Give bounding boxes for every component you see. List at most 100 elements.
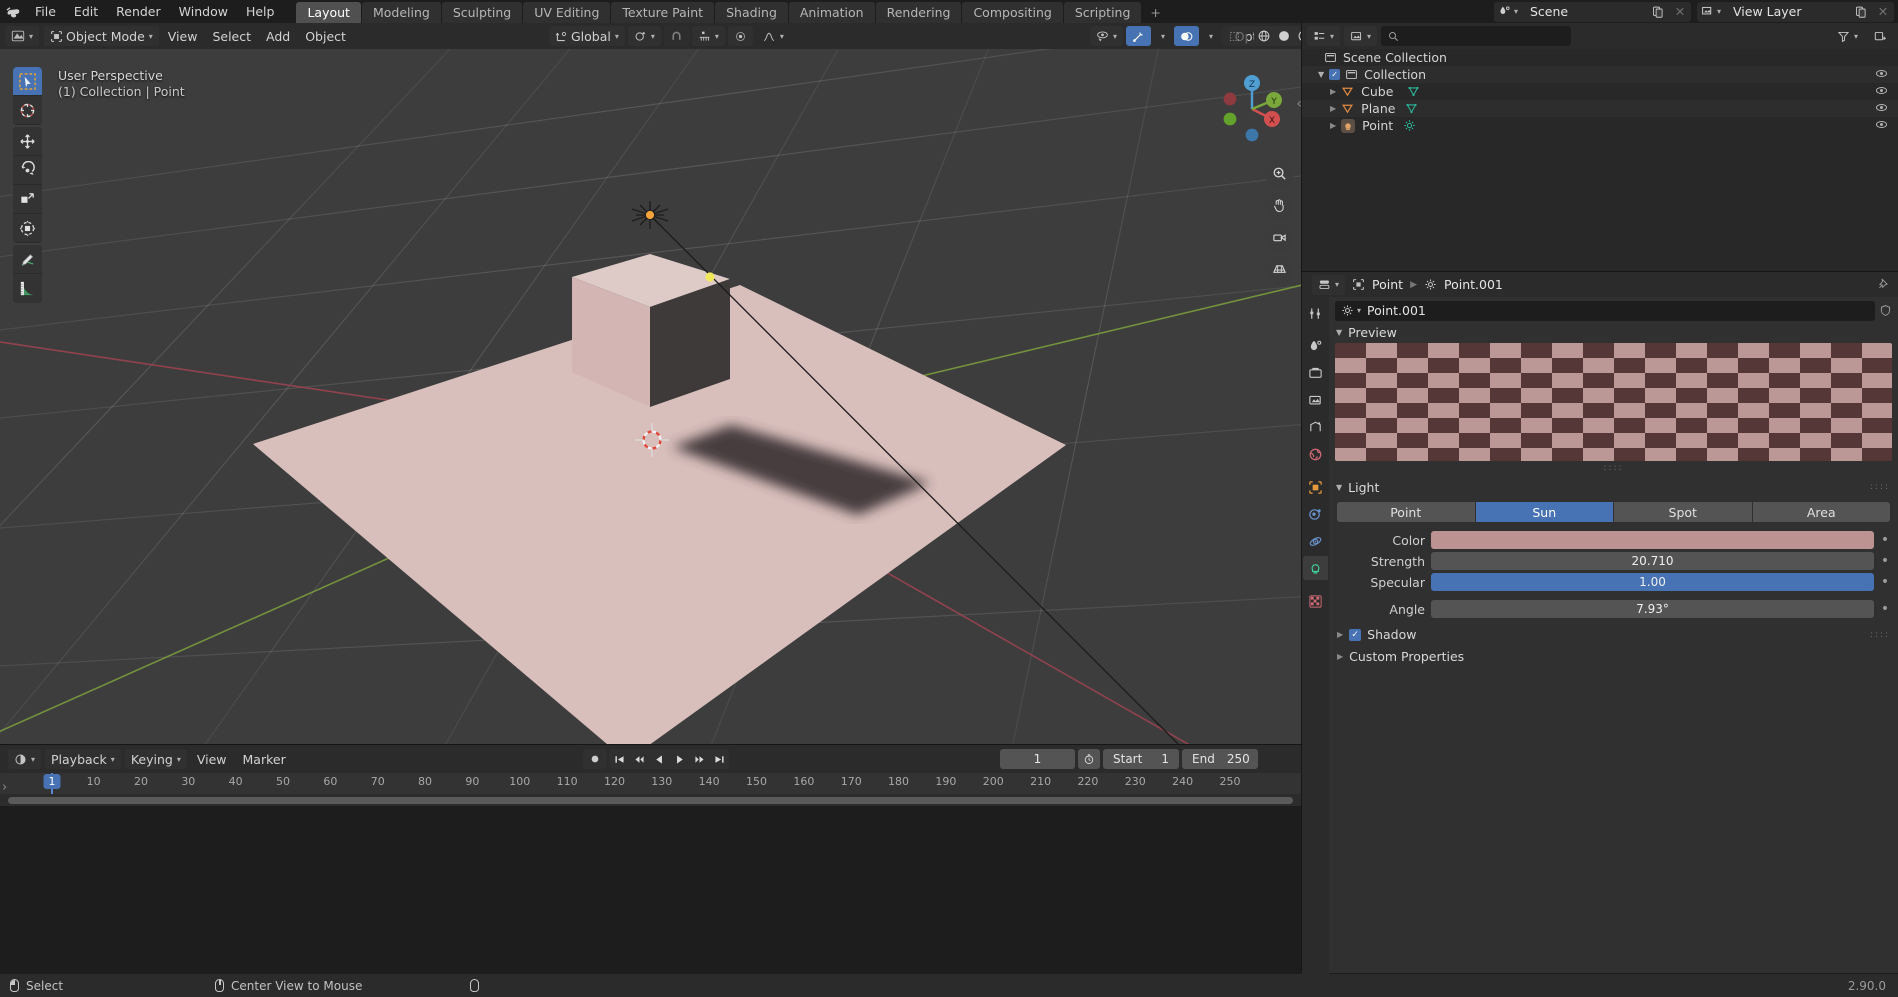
- cursor-tool[interactable]: [13, 96, 42, 125]
- physics-tab[interactable]: [1303, 529, 1328, 553]
- tab-sculpting[interactable]: Sculpting: [442, 2, 522, 23]
- timeline-menu-view[interactable]: View: [191, 749, 233, 769]
- tab-compositing[interactable]: Compositing: [962, 2, 1062, 23]
- breadcrumb-object-label[interactable]: Point: [1372, 277, 1403, 292]
- viewport-menu-view[interactable]: View: [162, 26, 204, 46]
- timeline-editor-type-button[interactable]: ▾: [8, 749, 41, 769]
- visibility-eye-icon[interactable]: [1875, 84, 1888, 100]
- custom-properties-subpanel-header[interactable]: ▶ Custom Properties: [1329, 646, 1898, 667]
- light-data-id-block[interactable]: ▾ Point.001: [1335, 301, 1875, 321]
- add-workspace-button[interactable]: +: [1142, 2, 1168, 23]
- tab-texture-paint[interactable]: Texture Paint: [611, 2, 714, 23]
- tab-layout[interactable]: Layout: [296, 2, 361, 23]
- outliner[interactable]: Scene Collection ▼ ✓ Collection ▶ Cube: [1302, 49, 1898, 272]
- disclosure-triangle-icon[interactable]: ▶: [1337, 630, 1343, 639]
- disclosure-triangle-icon[interactable]: ▶: [1330, 87, 1336, 96]
- move-tool[interactable]: [13, 127, 42, 156]
- breadcrumb-data-label[interactable]: Point.001: [1444, 277, 1503, 292]
- light-specular-slider[interactable]: 1.00: [1431, 573, 1874, 591]
- disclosure-triangle-icon[interactable]: ▼: [1336, 483, 1342, 492]
- current-frame-field[interactable]: 1: [1000, 749, 1075, 769]
- animate-angle-dot-icon[interactable]: •: [1880, 604, 1890, 614]
- auto-keying-toggle[interactable]: [583, 749, 607, 769]
- view-layer-tab[interactable]: [1303, 388, 1328, 412]
- prev-keyframe-button[interactable]: [629, 749, 649, 769]
- start-frame-field[interactable]: Start 1: [1103, 749, 1179, 769]
- panel-drag-handle[interactable]: ::::: [1870, 630, 1890, 640]
- interaction-mode-dropdown[interactable]: Object Mode ▾: [44, 26, 159, 46]
- disclosure-triangle-icon[interactable]: ▶: [1337, 652, 1343, 661]
- view-axis-gizmo[interactable]: Z Y X: [1210, 67, 1294, 151]
- outliner-search-input[interactable]: [1381, 26, 1571, 46]
- pin-id-icon[interactable]: [1877, 277, 1890, 293]
- light-color-swatch[interactable]: [1431, 531, 1874, 549]
- properties-panel[interactable]: ▾ Point.001 ▼ Preview: [1329, 297, 1898, 973]
- outliner-row-point[interactable]: ▶ Point: [1302, 117, 1898, 134]
- light-data-icon[interactable]: [1403, 119, 1416, 132]
- animate-specular-dot-icon[interactable]: •: [1880, 577, 1890, 587]
- play-button[interactable]: [669, 749, 689, 769]
- collection-enabled-checkbox[interactable]: ✓: [1329, 69, 1340, 80]
- animate-color-dot-icon[interactable]: •: [1880, 535, 1890, 545]
- view-layer-name-field[interactable]: View Layer: [1725, 2, 1850, 22]
- outliner-row-scene-collection[interactable]: Scene Collection: [1302, 49, 1898, 66]
- shadow-subpanel-header[interactable]: ▶ ✓ Shadow ::::: [1329, 624, 1898, 645]
- transform-orientation-dropdown[interactable]: Global ▾: [549, 26, 625, 46]
- visibility-selector-icon[interactable]: ▾: [1090, 26, 1123, 46]
- properties-editor-type-button[interactable]: ▾: [1312, 275, 1345, 295]
- preview-resize-handle[interactable]: ::::: [1329, 461, 1898, 474]
- disclosure-triangle-icon[interactable]: ▶: [1330, 104, 1336, 113]
- remove-view-layer-icon[interactable]: ✕: [1872, 2, 1894, 22]
- scene-tab[interactable]: [1303, 415, 1328, 439]
- object-data-tab[interactable]: [1303, 556, 1328, 580]
- transform-tool[interactable]: [13, 214, 42, 243]
- disclosure-triangle-icon[interactable]: ▼: [1336, 328, 1342, 337]
- camera-view-button[interactable]: [1265, 223, 1294, 252]
- modifiers-tab[interactable]: [1303, 502, 1328, 526]
- outliner-filter-icon[interactable]: ▾: [1831, 26, 1864, 46]
- render-tab[interactable]: [1303, 334, 1328, 358]
- editor-divider-horizontal[interactable]: [1302, 271, 1898, 272]
- visibility-eye-icon[interactable]: [1875, 67, 1888, 83]
- overlays-dropdown[interactable]: ▾: [1202, 26, 1219, 46]
- measure-tool[interactable]: [13, 274, 42, 303]
- overlays-toggle[interactable]: [1174, 26, 1199, 46]
- wireframe-shading-button[interactable]: [1254, 26, 1274, 46]
- timeline-playback-dropdown[interactable]: Playback▾: [45, 749, 121, 769]
- timeline-menu-marker[interactable]: Marker: [237, 749, 292, 769]
- light-data-name-field[interactable]: Point.001: [1367, 303, 1426, 318]
- mesh-data-icon[interactable]: [1405, 102, 1418, 115]
- viewport-menu-object[interactable]: Object: [299, 26, 352, 46]
- outliner-editor-type-button[interactable]: ▾: [1307, 26, 1340, 46]
- gizmo-dropdown[interactable]: ▾: [1154, 26, 1171, 46]
- zoom-nav-button[interactable]: [1265, 159, 1294, 188]
- light-panel-header[interactable]: ▼ Light ::::: [1329, 476, 1898, 498]
- outliner-display-mode-dropdown[interactable]: ▾: [1344, 26, 1377, 46]
- outliner-row-plane[interactable]: ▶ Plane: [1302, 100, 1898, 117]
- editor-divider-vertical[interactable]: [1301, 23, 1302, 973]
- visibility-eye-icon[interactable]: [1875, 118, 1888, 134]
- tab-shading[interactable]: Shading: [715, 2, 788, 23]
- tab-rendering[interactable]: Rendering: [876, 2, 962, 23]
- new-scene-icon[interactable]: [1647, 2, 1669, 22]
- xray-toggle[interactable]: [1222, 26, 1247, 46]
- end-frame-field[interactable]: End 250: [1182, 749, 1258, 769]
- menu-edit[interactable]: Edit: [65, 0, 107, 23]
- pivot-point-dropdown[interactable]: ▾: [628, 26, 661, 46]
- viewport-menu-add[interactable]: Add: [260, 26, 296, 46]
- menu-window[interactable]: Window: [170, 0, 237, 23]
- timeline-keying-dropdown[interactable]: Keying▾: [125, 749, 187, 769]
- light-strength-field[interactable]: 20.710: [1431, 552, 1874, 570]
- object-tab[interactable]: [1303, 475, 1328, 499]
- menu-file[interactable]: File: [26, 0, 65, 23]
- light-data-browse-icon[interactable]: ▾: [1341, 304, 1361, 317]
- light-angle-field[interactable]: 7.93°: [1431, 600, 1874, 618]
- scene-name-field[interactable]: Scene: [1522, 2, 1647, 22]
- scale-tool[interactable]: [13, 185, 42, 214]
- light-type-point[interactable]: Point: [1337, 502, 1475, 522]
- disclosure-triangle-icon[interactable]: ▼: [1318, 70, 1324, 79]
- visibility-eye-icon[interactable]: [1875, 101, 1888, 117]
- timeline-sidebar-arrow-icon[interactable]: ›: [2, 780, 7, 795]
- light-type-area[interactable]: Area: [1753, 502, 1891, 522]
- material-tab[interactable]: [1303, 589, 1328, 613]
